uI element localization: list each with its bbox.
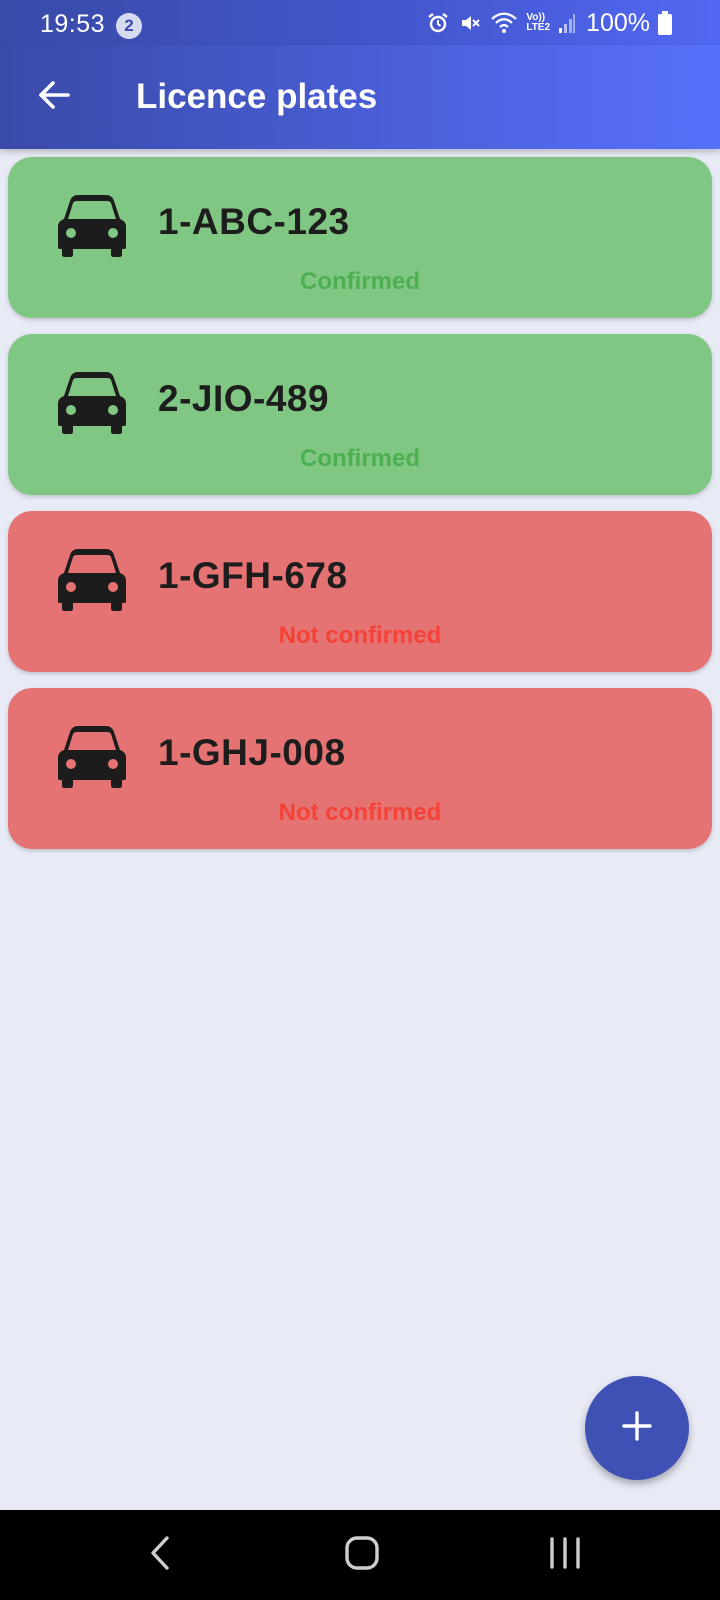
arrow-back-icon <box>37 80 71 115</box>
plate-status: Confirmed <box>300 445 420 472</box>
car-icon <box>56 724 128 788</box>
back-button[interactable] <box>22 65 86 129</box>
plate-list: 1-ABC-123 Confirmed 2-JIO-489 Confirmed … <box>8 157 712 849</box>
nav-back-icon <box>148 1535 172 1576</box>
nav-recents-icon <box>548 1536 582 1575</box>
plate-status: Not confirmed <box>278 622 442 649</box>
status-time: 19:53 <box>40 10 106 38</box>
nav-recents-button[interactable] <box>533 1528 597 1582</box>
system-nav-bar <box>0 1510 720 1600</box>
signal-icon <box>558 12 576 34</box>
car-icon <box>56 547 128 611</box>
nav-back-button[interactable] <box>128 1528 192 1582</box>
app-bar: Licence plates <box>0 45 720 149</box>
plate-number: 1-GHJ-008 <box>158 732 346 773</box>
status-icons: Vo)) LTE2 100% <box>426 8 672 38</box>
plate-number: 2-JIO-489 <box>158 378 330 419</box>
alarm-icon <box>426 11 450 35</box>
plate-card[interactable]: 1-GHJ-008 Not confirmed <box>8 688 712 849</box>
plate-card[interactable]: 1-ABC-123 Confirmed <box>8 157 712 318</box>
wifi-icon <box>490 11 518 35</box>
network-label-bottom: LTE2 <box>526 22 551 33</box>
status-bar: 19:53 2 Vo)) LTE2 100% <box>0 0 720 45</box>
car-icon <box>56 193 128 257</box>
plus-icon <box>621 1410 653 1447</box>
page-title: Licence plates <box>136 77 378 116</box>
plate-card[interactable]: 2-JIO-489 Confirmed <box>8 334 712 495</box>
notification-count-badge: 2 <box>116 13 142 39</box>
nav-home-button[interactable] <box>330 1528 394 1582</box>
battery-icon <box>658 11 672 35</box>
battery-percentage: 100% <box>586 8 650 37</box>
network-label-icon: Vo)) LTE2 <box>526 13 550 33</box>
car-icon <box>56 370 128 434</box>
plate-status: Not confirmed <box>278 799 442 826</box>
plate-number: 1-GFH-678 <box>158 555 348 596</box>
plate-number: 1-ABC-123 <box>158 201 350 242</box>
add-plate-button[interactable] <box>585 1376 689 1480</box>
nav-home-icon <box>344 1535 380 1576</box>
mute-icon <box>458 11 482 35</box>
plate-card[interactable]: 1-GFH-678 Not confirmed <box>8 511 712 672</box>
plate-status: Confirmed <box>300 268 420 295</box>
